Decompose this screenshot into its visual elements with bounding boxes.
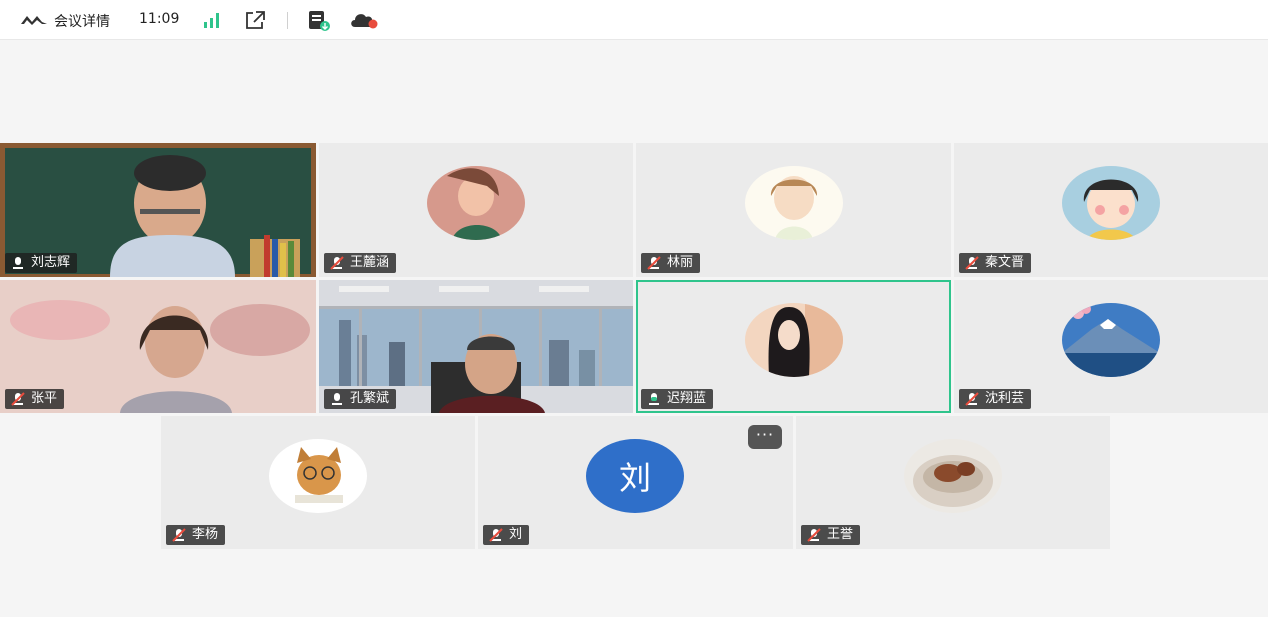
participant-avatar xyxy=(1062,166,1160,240)
participant-label: 王誉 xyxy=(801,525,861,545)
participant-tile[interactable]: 沈利芸 xyxy=(954,280,1268,413)
mic-muted-icon xyxy=(647,256,661,270)
mic-on-icon xyxy=(13,257,23,269)
participant-tile[interactable]: 张平 xyxy=(0,280,316,413)
participant-tile[interactable]: 刘志辉 xyxy=(0,143,316,277)
participant-initial-avatar: 刘 xyxy=(586,439,684,513)
participant-label: 迟翔蓝 xyxy=(641,389,714,409)
participant-name: 沈利芸 xyxy=(985,391,1025,406)
participant-name: 孔繁斌 xyxy=(350,391,390,406)
participant-avatar xyxy=(744,303,843,377)
participant-tile[interactable]: 林丽 xyxy=(636,143,951,277)
cloud-record-icon[interactable] xyxy=(349,11,379,29)
record-doc-icon[interactable] xyxy=(307,10,331,32)
participant-name: 张平 xyxy=(31,391,58,406)
mic-muted-icon xyxy=(172,528,186,542)
participant-name: 迟翔蓝 xyxy=(667,391,707,406)
participant-label: 秦文晋 xyxy=(959,253,1032,273)
mic-on-icon xyxy=(332,393,342,405)
participant-label: 刘 xyxy=(483,525,530,545)
participant-name: 秦文晋 xyxy=(985,255,1025,270)
mic-muted-icon xyxy=(330,256,344,270)
participant-label: 王麓涵 xyxy=(324,253,397,273)
meeting-details-link[interactable]: 会议详情 xyxy=(54,11,110,31)
meeting-logo-icon xyxy=(21,16,47,25)
more-options-button[interactable]: ··· xyxy=(748,425,782,449)
mic-speaking-icon xyxy=(649,393,659,405)
mic-muted-icon xyxy=(965,256,979,270)
participant-avatar xyxy=(904,439,1002,513)
participant-name: 林丽 xyxy=(667,255,694,270)
mic-muted-icon xyxy=(965,392,979,406)
participant-avatar xyxy=(269,439,367,513)
participant-name: 王誉 xyxy=(827,527,854,542)
participant-avatar xyxy=(1062,303,1160,377)
participant-name: 王麓涵 xyxy=(350,255,390,270)
participant-name: 刘志辉 xyxy=(31,255,71,270)
participant-avatar xyxy=(744,166,843,240)
participant-tile[interactable]: 王誉 xyxy=(796,416,1110,549)
participant-label: 李杨 xyxy=(166,525,226,545)
mic-muted-icon xyxy=(11,392,25,406)
participant-label: 沈利芸 xyxy=(959,389,1032,409)
participant-name: 刘 xyxy=(509,527,523,542)
participant-label: 刘志辉 xyxy=(5,253,78,273)
participant-tile-active-speaker[interactable]: 迟翔蓝 xyxy=(636,280,951,413)
participant-label: 林丽 xyxy=(641,253,701,273)
participant-label: 孔繁斌 xyxy=(324,389,397,409)
participant-tile[interactable]: 秦文晋 xyxy=(954,143,1268,277)
participant-tile[interactable]: 刘 ··· 刘 xyxy=(478,416,793,549)
meeting-toolbar: 会议详情 11:09 xyxy=(0,0,1268,40)
participant-tile[interactable]: 王麓涵 xyxy=(319,143,633,277)
participant-avatar xyxy=(427,166,525,240)
open-external-icon[interactable] xyxy=(244,10,266,30)
mic-muted-icon xyxy=(489,528,503,542)
participant-name: 李杨 xyxy=(192,527,219,542)
participant-label: 张平 xyxy=(5,389,65,409)
mic-muted-icon xyxy=(807,528,821,542)
meeting-time: 11:09 xyxy=(139,11,180,27)
participant-tile[interactable]: 孔繁斌 xyxy=(319,280,633,413)
participant-tile[interactable]: 李杨 xyxy=(161,416,475,549)
signal-bars-icon[interactable] xyxy=(203,12,221,28)
toolbar-divider xyxy=(287,12,288,29)
